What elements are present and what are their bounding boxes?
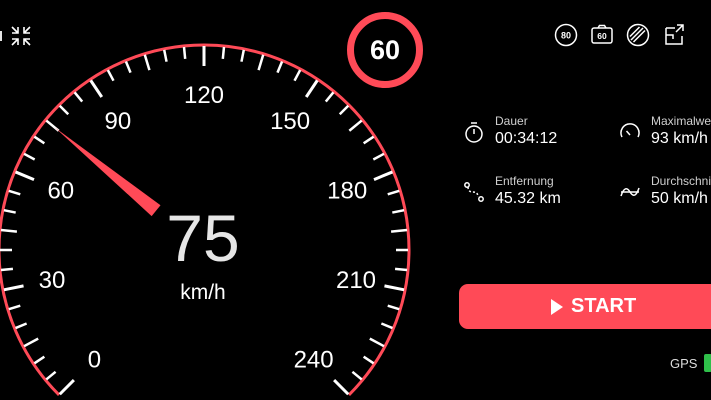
minor-tick [387, 304, 400, 311]
minor-tick [8, 189, 21, 196]
minor-tick [276, 61, 284, 74]
tick-label: 180 [327, 178, 367, 205]
avg-speed-label: Durchschni [651, 174, 711, 188]
minor-tick [124, 61, 132, 74]
major-tick [14, 170, 35, 181]
export-icon[interactable] [661, 22, 687, 48]
major-tick [89, 79, 104, 98]
exit-fullscreen-icon[interactable] [10, 25, 32, 47]
minor-tick [0, 267, 14, 272]
speed-limit-sign[interactable]: 60 [347, 12, 423, 88]
minor-tick [106, 69, 115, 82]
gps-status-indicator [704, 354, 711, 372]
minor-tick [143, 54, 151, 71]
play-icon [551, 298, 563, 315]
minor-tick [15, 322, 28, 330]
major-tick [373, 170, 394, 181]
speed-60-icon[interactable]: 60 [589, 22, 615, 48]
speed-80-text: 80 [561, 31, 571, 41]
minor-tick [351, 370, 363, 381]
minor-tick [394, 267, 408, 272]
max-speed-label: Maximalwe [651, 114, 711, 128]
tick-label: 210 [336, 267, 376, 294]
no-speed-limit-icon[interactable] [625, 22, 651, 48]
minor-tick [257, 54, 265, 71]
distance-stat: Entfernung 45.32 km [462, 174, 561, 210]
major-tick [333, 379, 350, 396]
distance-label: Entfernung [495, 174, 554, 188]
minor-tick [3, 208, 16, 214]
minor-tick [33, 355, 46, 365]
minor-tick [390, 228, 408, 233]
major-tick [58, 379, 75, 396]
stopwatch-icon [465, 122, 483, 143]
top-left-toolbar [0, 25, 32, 47]
minor-tick [8, 304, 21, 311]
minor-tick [348, 119, 363, 132]
minor-tick [372, 152, 385, 161]
minor-tick [324, 91, 335, 103]
minor-tick [58, 104, 70, 116]
minor-tick [293, 69, 302, 82]
avg-speed-value: 50 km/h [651, 190, 708, 207]
avg-speed-stat: Durchschni 50 km/h [618, 174, 711, 210]
minor-tick [362, 355, 375, 365]
minor-tick [240, 49, 246, 62]
minor-tick [45, 370, 57, 381]
top-right-toolbar: 80 60 [553, 22, 687, 48]
minor-tick [380, 322, 393, 330]
start-button-label: START [571, 295, 637, 317]
route-icon [464, 182, 484, 202]
minor-tick [221, 46, 226, 60]
minor-tick [387, 189, 400, 196]
speed-unit: km/h [180, 281, 226, 304]
duration-stat: Dauer 00:34:12 [462, 114, 557, 150]
tick-label: 60 [47, 178, 74, 205]
gauge-icon [620, 123, 640, 138]
tick-label: 240 [294, 347, 334, 374]
average-wave-icon [620, 187, 640, 197]
tick-label: 120 [184, 82, 224, 109]
major-tick [304, 79, 319, 98]
minor-tick [182, 46, 187, 60]
duration-label: Dauer [495, 114, 528, 128]
major-tick [384, 284, 405, 292]
minor-tick [23, 152, 36, 161]
truncated-icon[interactable] [0, 26, 4, 46]
minor-tick [73, 91, 84, 103]
current-speed: 75 [166, 201, 240, 275]
distance-value: 45.32 km [495, 190, 561, 207]
tick-label: 90 [105, 108, 132, 135]
tick-label: 150 [270, 108, 310, 135]
minor-tick [338, 104, 350, 116]
minor-tick [392, 208, 405, 214]
duration-value: 00:34:12 [495, 130, 558, 147]
tick-label: 0 [88, 347, 101, 374]
minor-tick [369, 337, 385, 348]
tick-label: 30 [39, 267, 66, 294]
minor-tick [0, 228, 18, 233]
minor-tick [162, 49, 168, 62]
gps-label: GPS [670, 356, 698, 371]
minor-tick [33, 135, 46, 145]
minor-tick [362, 135, 375, 145]
max-speed-value: 93 km/h [651, 130, 708, 147]
speed-80-icon[interactable]: 80 [553, 22, 579, 48]
start-button[interactable]: START [459, 284, 711, 329]
minor-tick [23, 337, 39, 348]
speed-limit-value: 60 [369, 34, 401, 65]
speed-60-text: 60 [597, 31, 607, 41]
max-speed-stat: Maximalwe 93 km/h [618, 114, 711, 150]
major-tick [3, 284, 24, 292]
